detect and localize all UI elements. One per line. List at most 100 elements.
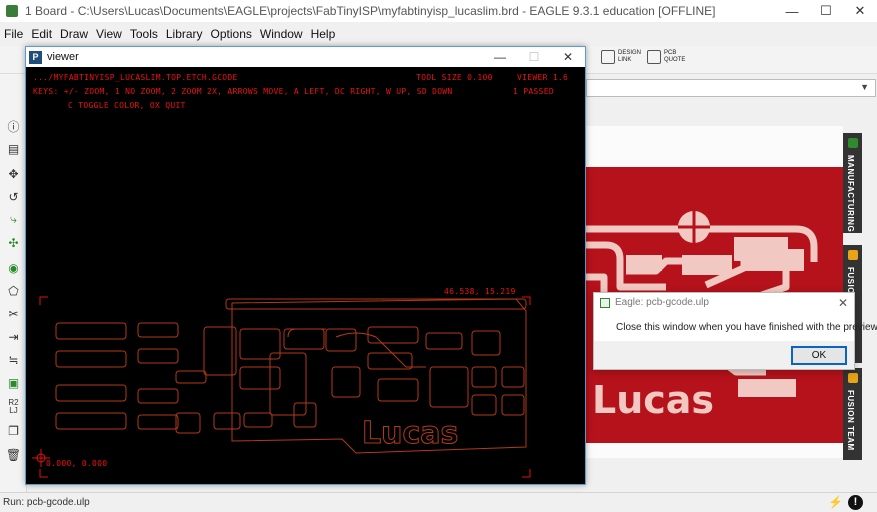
- tab-fusion-team[interactable]: FUSION TEAM: [843, 368, 862, 460]
- menu-help[interactable]: Help: [307, 27, 340, 41]
- toolpath-segment: [425, 332, 463, 350]
- left-toolbar: ⓘ ▤ ✥ ↺ ⤷ ✣ ◉ ⬠ ✂ ⇥ ≒ ▣ R2 LJ ❐ 🗑: [0, 74, 27, 492]
- dialog-title: Eagle: pcb-gcode.ulp: [615, 297, 709, 308]
- maximize-button[interactable]: ☐: [809, 0, 843, 22]
- toolpath-segment: [55, 412, 127, 430]
- label-icon[interactable]: R2 LJ: [5, 398, 22, 415]
- design-link-button[interactable]: DESIGN LINK: [601, 50, 641, 64]
- toolpath-preview: Lucas: [32, 296, 531, 478]
- lightning-icon[interactable]: ⚡: [828, 495, 843, 509]
- corner-marker: [522, 469, 531, 478]
- viewer-title: viewer: [47, 51, 79, 63]
- menu-options[interactable]: Options: [207, 27, 256, 41]
- pcb-quote-label-1: PCB: [664, 50, 677, 56]
- info-icon[interactable]: ⓘ: [5, 118, 22, 135]
- toolpath-segment: [203, 326, 237, 376]
- eagle-app-icon: [6, 5, 18, 17]
- menu-library[interactable]: Library: [162, 27, 207, 41]
- viewer-close-button[interactable]: ✕: [551, 47, 585, 67]
- toolpath-segment: [429, 366, 469, 408]
- viewer-minimize-button[interactable]: —: [483, 47, 517, 67]
- toolpath-segment: [471, 330, 501, 356]
- gcode-preview-canvas[interactable]: .../myfabtinyisp_lucaslim.top.etch.gcode…: [26, 67, 585, 484]
- toolpath-segment: [471, 394, 497, 416]
- menu-tools[interactable]: Tools: [126, 27, 162, 41]
- dialog-app-icon: [600, 297, 610, 308]
- polygon-icon[interactable]: ⬠: [5, 282, 22, 299]
- toolpath-segment: [137, 388, 179, 404]
- ripup-icon[interactable]: ✣: [5, 234, 22, 251]
- rotate-icon[interactable]: ↺: [5, 188, 22, 205]
- status-bar: Run: pcb-gcode.ulp ⚡ !: [0, 492, 877, 512]
- toolpath-segment: [239, 366, 281, 390]
- toolpath-segment: [367, 326, 419, 344]
- toolpath-segment: [471, 366, 497, 388]
- tab-fusion-team-label: FUSION TEAM: [846, 390, 855, 451]
- manufacturing-icon: [848, 138, 858, 148]
- copper-pad: [738, 379, 796, 397]
- toolpath-segment: [137, 414, 179, 430]
- viewer-title-bar: P viewer — ☐ ✕: [26, 47, 585, 67]
- viewer-app-icon: P: [29, 50, 42, 64]
- design-link-label-2: LINK: [618, 57, 632, 63]
- dialog-title-bar: Eagle: pcb-gcode.ulp: [600, 297, 709, 308]
- menu-file[interactable]: File: [0, 27, 27, 41]
- close-button[interactable]: ✕: [843, 0, 877, 22]
- toolpath-segment: [137, 348, 179, 364]
- menu-window[interactable]: Window: [256, 27, 307, 41]
- toolpath-segment: [175, 412, 201, 434]
- toolpath-segment: [55, 350, 127, 368]
- minimize-button[interactable]: —: [775, 0, 809, 22]
- menu-edit[interactable]: Edit: [27, 27, 56, 41]
- tab-manufacturing[interactable]: MANUFACTURING: [843, 133, 862, 233]
- layer-icon[interactable]: ▤: [5, 140, 22, 157]
- window-title: 1 Board - C:\Users\Lucas\Documents\EAGLE…: [25, 4, 716, 18]
- copper-pad: [682, 255, 732, 275]
- layer-dropdown[interactable]: ▼: [586, 79, 876, 97]
- toolpath-segment: [137, 322, 179, 338]
- route-icon[interactable]: ⤷: [5, 211, 22, 228]
- toolpath-segment: [213, 412, 241, 430]
- title-bar: 1 Board - C:\Users\Lucas\Documents\EAGLE…: [0, 0, 877, 22]
- viewer-maximize-button[interactable]: ☐: [517, 47, 551, 67]
- label-icon-subtext: LJ: [9, 405, 18, 415]
- align-icon[interactable]: ≒: [5, 351, 22, 368]
- toolpath-segment: [243, 412, 273, 428]
- pcb-gcode-dialog[interactable]: Eagle: pcb-gcode.ulp ✕ Close this window…: [593, 292, 877, 370]
- move-icon[interactable]: ✥: [5, 165, 22, 182]
- toolpath-segment: [283, 328, 325, 350]
- toolpath-label-text: Lucas: [362, 416, 458, 451]
- ok-button[interactable]: OK: [791, 346, 847, 365]
- dialog-footer: OK: [594, 341, 854, 369]
- toolpath-curve: [287, 328, 426, 368]
- split-icon[interactable]: ✂: [5, 305, 22, 322]
- toolpath-segment: [269, 352, 307, 416]
- menu-draw[interactable]: Draw: [56, 27, 92, 41]
- menu-view[interactable]: View: [92, 27, 126, 41]
- via-icon[interactable]: ◉: [5, 259, 22, 276]
- toolpath-segment: [501, 394, 525, 416]
- optimize-icon[interactable]: ⇥: [5, 328, 22, 345]
- pcb-quote-label-2: QUOTE: [664, 57, 686, 63]
- toolpath-segment: [377, 378, 419, 402]
- viewer-window[interactable]: P viewer — ☐ ✕ .../myfabtinyisp_lucaslim…: [25, 46, 586, 485]
- dialog-close-icon[interactable]: ✕: [838, 296, 848, 310]
- origin-cross: [32, 449, 50, 467]
- window-controls: — ☐ ✕: [775, 0, 877, 22]
- origin-crosshair-icon: [32, 449, 50, 467]
- delete-icon[interactable]: 🗑: [5, 446, 22, 463]
- toolpath-segment: [175, 370, 207, 384]
- pcb-quote-button[interactable]: PCB QUOTE: [647, 50, 685, 64]
- pcb-quote-icon: [647, 50, 661, 64]
- copper-pad: [626, 255, 662, 271]
- status-text: Run: pcb-gcode.ulp: [3, 497, 90, 508]
- toolpath-segment: [55, 322, 127, 340]
- corner-marker: [39, 296, 48, 305]
- group-icon[interactable]: ▣: [5, 374, 22, 391]
- tab-manufacturing-label: MANUFACTURING: [846, 155, 855, 233]
- toolpath-segment: [55, 384, 127, 402]
- toolpath-segment: [501, 366, 525, 388]
- copy-icon[interactable]: ❐: [5, 422, 22, 439]
- warning-icon[interactable]: !: [848, 495, 863, 510]
- dialog-message: Close this window when you have finished…: [616, 322, 877, 333]
